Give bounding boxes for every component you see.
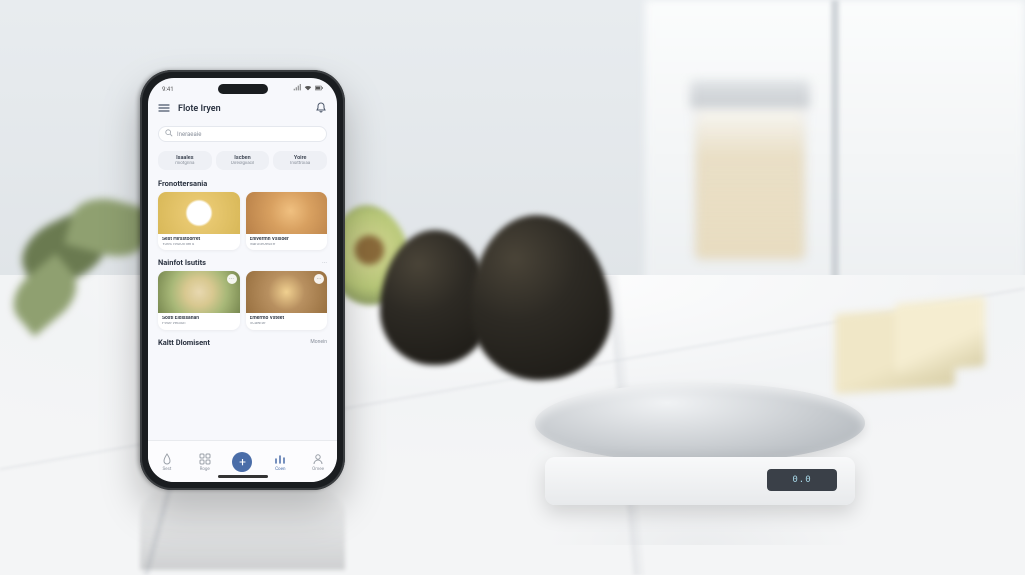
user-icon	[311, 452, 325, 466]
section-heading: Fronottersania	[158, 179, 207, 188]
recipe-subtitle: Ircawite	[250, 322, 324, 327]
chart-icon	[273, 452, 287, 466]
nav-label: Sest	[162, 467, 171, 472]
filter-chip[interactable]: Iscben Oireolgiiacil	[216, 151, 270, 170]
recipe-card[interactable]: ⋯ Emermo Vsteet Ircawite	[246, 271, 328, 329]
filter-chip[interactable]: Isaales miotgrina	[158, 151, 212, 170]
recipe-subtitle: Yoes fesiomient	[162, 243, 236, 248]
section-header: Fronottersania	[148, 175, 337, 190]
scale-display: 0.0	[767, 469, 837, 491]
nav-label: Omee	[312, 467, 324, 472]
recipe-thumb	[158, 192, 240, 234]
section-heading: Nainfot Isutits	[158, 258, 206, 267]
drop-icon	[160, 452, 174, 466]
signal-icon	[293, 84, 301, 94]
smartphone: 9:41 Flote Iryen Ineraeaie Isaales	[140, 70, 345, 490]
nav-add-button[interactable]: +	[224, 452, 262, 472]
chip-subtitle: miotgrina	[160, 161, 210, 166]
bell-icon[interactable]	[315, 102, 327, 116]
scale-reading: 0.0	[792, 475, 811, 485]
app-header: Flote Iryen	[148, 96, 337, 122]
phone-screen: 9:41 Flote Iryen Ineraeaie Isaales	[148, 78, 337, 482]
home-indicator[interactable]	[218, 475, 268, 478]
app-title: Flote Iryen	[178, 104, 307, 114]
window-frame	[831, 0, 839, 300]
plus-icon: +	[232, 452, 252, 472]
kitchen-scale: 0.0	[535, 335, 865, 505]
phone-reflection	[140, 490, 345, 570]
section-more-icon[interactable]: ⋯	[322, 260, 327, 266]
card-badge-icon[interactable]: ⋯	[227, 274, 237, 284]
nav-tab[interactable]: Sest	[148, 452, 186, 472]
wifi-icon	[304, 84, 312, 94]
bottom-nav: Sest Roge + Coen Omee	[148, 440, 337, 482]
phone-notch	[218, 84, 268, 94]
section-heading: Kaltt Dlomisent	[158, 338, 210, 347]
scale-base: 0.0	[545, 457, 855, 505]
recipe-subtitle: Fese veiash	[162, 322, 236, 327]
menu-icon[interactable]	[158, 102, 170, 116]
recipe-card[interactable]: ⋯ Sosti Eidlssanan Fese veiash	[158, 271, 240, 329]
nav-label: Roge	[200, 467, 210, 472]
recipe-thumb: ⋯	[158, 271, 240, 313]
chip-subtitle: Insittroiaa	[275, 161, 325, 166]
section-more[interactable]: Monein	[310, 339, 327, 345]
recipe-thumb	[246, 192, 328, 234]
recipe-row: Sest Hirsstoorret Yoes fesiomient Eniver…	[148, 190, 337, 254]
status-time: 9:41	[162, 86, 174, 93]
scale-plate	[535, 383, 865, 463]
jar-of-milk	[685, 70, 815, 260]
chip-subtitle: Oireolgiiacil	[218, 161, 268, 166]
nav-label: Coen	[275, 467, 285, 472]
search-icon	[165, 129, 173, 139]
section-header: Nainfot Isutits ⋯	[148, 254, 337, 269]
section-header: Kaltt Dlomisent Monein	[148, 334, 337, 349]
recipe-subtitle: Naroteoesire	[250, 243, 324, 248]
search-placeholder: Ineraeaie	[177, 131, 201, 138]
recipe-thumb: ⋯	[246, 271, 328, 313]
nav-tab[interactable]: Omee	[299, 452, 337, 472]
nav-tab[interactable]: Roge	[186, 452, 224, 472]
search-input[interactable]: Ineraeaie	[158, 126, 327, 142]
recipe-row: ⋯ Sosti Eidlssanan Fese veiash ⋯ Emermo …	[148, 269, 337, 333]
nav-tab[interactable]: Coen	[261, 452, 299, 472]
filter-chip[interactable]: Yoire Insittroiaa	[273, 151, 327, 170]
battery-icon	[315, 84, 323, 94]
grid-icon	[198, 452, 212, 466]
filter-chip-row: Isaales miotgrina Iscben Oireolgiiacil Y…	[148, 146, 337, 175]
recipe-card[interactable]: Sest Hirsstoorret Yoes fesiomient	[158, 192, 240, 250]
recipe-card[interactable]: Enivermn Vsisoer Naroteoesire	[246, 192, 328, 250]
card-badge-icon[interactable]: ⋯	[314, 274, 324, 284]
kitchen-scene: 0.0 9:41 Flote Iryen Iner	[0, 0, 1025, 575]
